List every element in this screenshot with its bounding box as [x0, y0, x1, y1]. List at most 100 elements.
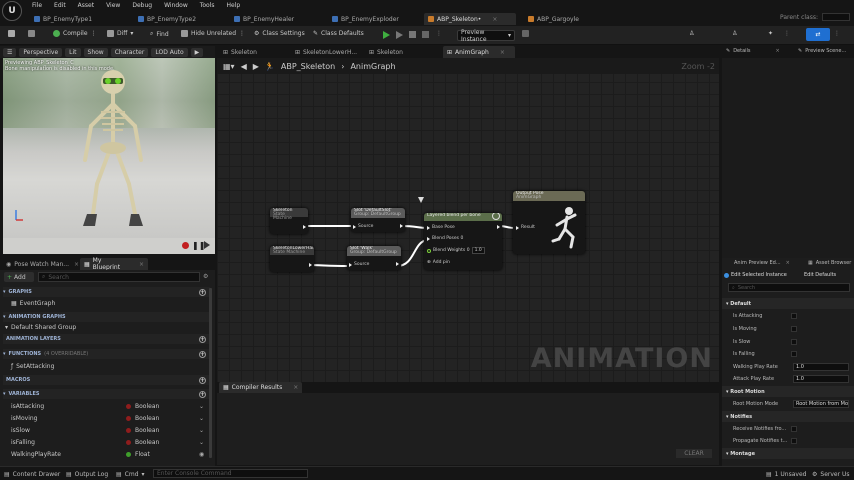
tab-abp-skeleton[interactable]: ABP_Skeleton• ×	[424, 13, 516, 25]
add-layer-icon[interactable]: +	[199, 335, 206, 343]
lod-button[interactable]: LOD Auto	[151, 47, 188, 57]
attack-play-rate-input[interactable]: 1.0	[793, 375, 849, 383]
close-icon[interactable]: ×	[139, 261, 144, 268]
tab-bp-enemyexploder[interactable]: BP_EnemyExploder	[328, 13, 403, 25]
parent-class-field[interactable]	[822, 13, 850, 21]
base-pose-pin[interactable]: Base Pose	[427, 225, 455, 230]
tab-bp-enemytype2[interactable]: BP_EnemyType2	[134, 13, 200, 25]
tab-graph-skeleton-state[interactable]: ⊞ Skeleton	[365, 46, 407, 58]
content-drawer-button[interactable]: ▤ Content Drawer	[4, 471, 60, 478]
category-montage[interactable]: ▾ Montage	[722, 448, 854, 459]
category-default[interactable]: ▾ Default	[722, 298, 854, 309]
menu-asset[interactable]: Asset	[78, 2, 94, 9]
step-icon[interactable]	[396, 31, 403, 39]
save-icon[interactable]	[8, 30, 15, 37]
menu-file[interactable]: File	[32, 2, 42, 9]
chevron-down-icon[interactable]: ⌄	[199, 403, 204, 410]
details-search-input[interactable]: ⌕ Search	[728, 283, 850, 292]
source-pin[interactable]: Source	[349, 262, 369, 267]
tab-compiler-results[interactable]: ▦ Compiler Results ×	[219, 382, 303, 393]
variable-row[interactable]: isMoving Boolean ⌄	[3, 413, 210, 424]
set-attacking-function[interactable]: ƒ SetAttacking	[11, 363, 54, 370]
debug-filter-icon[interactable]	[522, 30, 529, 37]
perspective-button[interactable]: Perspective	[19, 47, 63, 57]
close-icon[interactable]: ×	[492, 16, 497, 23]
playback-speed-icon[interactable]: ▶	[190, 47, 204, 57]
character-button[interactable]: Character	[110, 47, 149, 57]
tab-pose-watch[interactable]: ◉ Pose Watch Man... ×	[2, 258, 83, 270]
clear-button[interactable]: CLEAR	[676, 449, 712, 458]
tab-graph-skeleton[interactable]: ⊞ Skeleton	[219, 46, 261, 58]
chevron-down-icon[interactable]: ⌄	[199, 427, 204, 434]
find-button[interactable]: ⌕ Find	[150, 30, 169, 38]
close-icon[interactable]: ×	[786, 260, 790, 266]
event-graph-item[interactable]: ▦ EventGraph	[11, 300, 55, 307]
cmd-dropdown[interactable]: ▤ Cmd ▾	[116, 471, 145, 478]
tab-bp-enemyhealer[interactable]: BP_EnemyHealer	[230, 13, 298, 25]
blend-weights-pin[interactable]: Blend Weights 0 1.0	[427, 247, 485, 254]
show-button[interactable]: Show	[83, 47, 108, 57]
is-falling-checkbox[interactable]	[791, 351, 797, 357]
overflow-icon[interactable]: ⋮	[834, 30, 840, 37]
blueprint-search-input[interactable]: ⌕ Search	[38, 272, 200, 282]
unsaved-indicator[interactable]: ▤ 1 Unsaved	[766, 471, 806, 478]
mesh-mode-icon[interactable]: ♙	[732, 30, 737, 37]
tab-my-blueprint[interactable]: ▦ My Blueprint ×	[80, 257, 148, 271]
node-output-pose[interactable]: Output Pose AnimGraph Result	[513, 191, 585, 254]
variable-row[interactable]: WalkingPlayRate Float ◉	[3, 449, 210, 460]
node-layered-blend-per-bone[interactable]: Layered blend per bone Base Pose Blend P…	[424, 213, 502, 270]
tab-graph-skeleton-lower[interactable]: ⊞ SkeletonLowerH...	[291, 46, 361, 58]
tab-details[interactable]: ✎ Details ×	[726, 48, 780, 54]
node-slot-default[interactable]: Slot 'DefaultSlot' Group: DefaultGroup So…	[351, 208, 405, 232]
class-settings-button[interactable]: ⚙ Class Settings	[254, 30, 305, 37]
close-icon[interactable]: ×	[500, 49, 505, 56]
tab-graph-animgraph[interactable]: ⊞ AnimGraph ×	[443, 46, 515, 58]
walking-play-rate-input[interactable]: 1.0	[793, 363, 849, 371]
menu-debug[interactable]: Debug	[132, 2, 152, 9]
chevron-down-icon[interactable]: ⌄	[199, 415, 204, 422]
console-input[interactable]: Enter Console Command	[153, 469, 308, 478]
category-root-motion[interactable]: ▾ Root Motion	[722, 386, 854, 397]
variable-row[interactable]: isFalling Boolean ⌄	[3, 437, 210, 448]
source-pin[interactable]: Source	[353, 224, 373, 229]
variable-row[interactable]: isSlow Boolean ⌄	[3, 425, 210, 436]
is-moving-checkbox[interactable]	[791, 326, 797, 332]
is-slow-checkbox[interactable]	[791, 339, 797, 345]
add-graph-icon[interactable]: +	[199, 288, 206, 296]
pose-output-pin[interactable]	[309, 263, 312, 267]
viewport-menu-icon[interactable]: ☰	[3, 47, 17, 57]
section-animation-graphs[interactable]: ▾ ANIMATION GRAPHS	[3, 312, 210, 322]
chevron-down-icon[interactable]: ⌄	[199, 439, 204, 446]
node-slot-walk[interactable]: Slot 'Walk' Group: DefaultGroup Source	[347, 246, 401, 270]
close-icon[interactable]: ×	[776, 48, 780, 54]
section-macros[interactable]: MACROS +	[3, 375, 210, 385]
animation-mode-icon[interactable]: ✦	[768, 30, 773, 37]
blueprint-mode-button[interactable]: ⇄	[806, 28, 830, 41]
mode-options-icon[interactable]: ⋮	[784, 30, 790, 37]
is-attacking-checkbox[interactable]	[791, 313, 797, 319]
server-button[interactable]: ⚙ Server Us	[812, 471, 850, 478]
add-button[interactable]: + Add	[4, 272, 34, 282]
tab-asset-browser[interactable]: ▦ Asset Browser	[808, 260, 851, 266]
menu-tools[interactable]: Tools	[200, 2, 215, 9]
menu-edit[interactable]: Edit	[54, 2, 66, 9]
diff-button[interactable]: Diff ▾	[107, 30, 133, 37]
propagate-notifies-checkbox[interactable]	[791, 438, 797, 444]
blend-poses-pin[interactable]: Blend Poses 0	[427, 236, 463, 241]
section-animation-layers[interactable]: ANIMATION LAYERS +	[3, 334, 210, 344]
close-icon[interactable]: ×	[293, 384, 298, 391]
tab-preview-scene[interactable]: ✎ Preview Scene...	[798, 48, 846, 54]
anim-graph-canvas[interactable]: ▦▾ ◀ ▶ 🏃 ABP_Skeleton › AnimGraph Zoom -…	[217, 58, 719, 382]
result-pin[interactable]: Result	[516, 225, 535, 230]
settings-gear-icon[interactable]: ⚙	[203, 273, 208, 280]
category-notifies[interactable]: ▾ Notifies	[722, 411, 854, 422]
play-options-icon[interactable]: ⋮	[436, 30, 442, 37]
close-icon[interactable]: ×	[74, 261, 79, 268]
unreal-logo-icon[interactable]: U	[2, 1, 22, 21]
pose-output-pin[interactable]	[497, 225, 500, 229]
edit-defaults-tab[interactable]: Edit Defaults	[804, 270, 836, 280]
menu-window[interactable]: Window	[164, 2, 188, 9]
pose-output-pin[interactable]	[303, 225, 306, 229]
menu-help[interactable]: Help	[227, 2, 241, 9]
eject-icon[interactable]	[422, 31, 429, 38]
